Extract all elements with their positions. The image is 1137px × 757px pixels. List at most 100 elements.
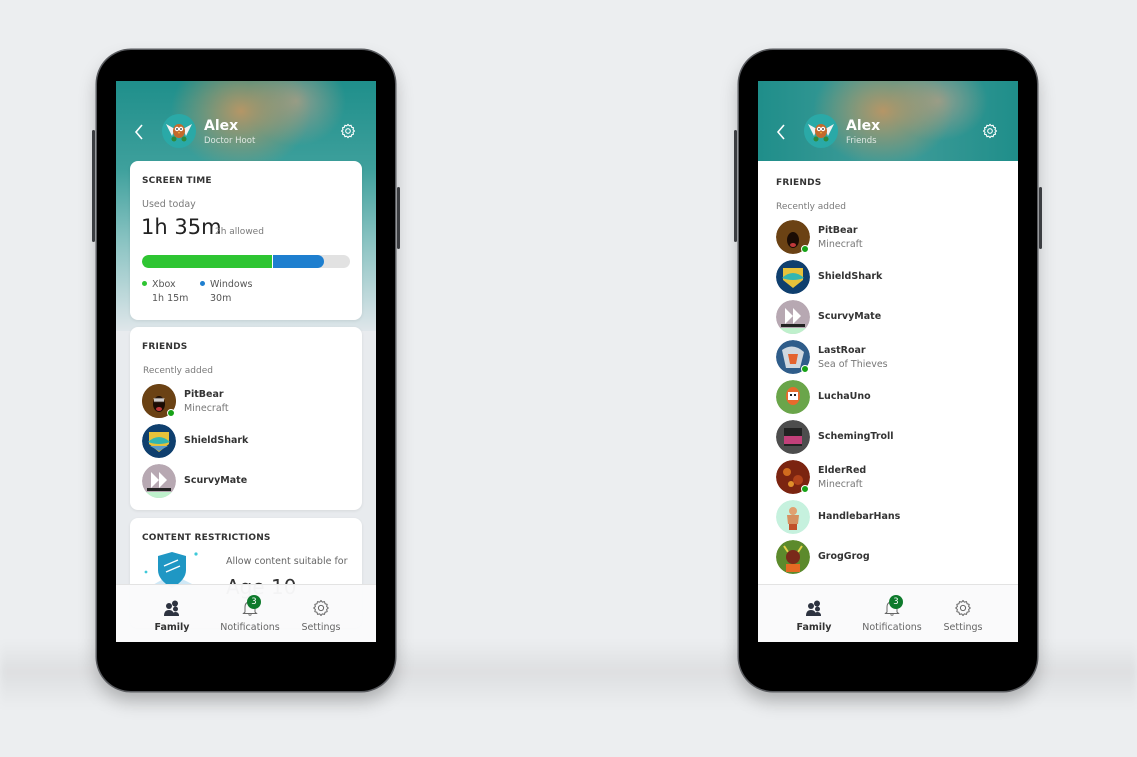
owl-avatar-icon [166, 124, 192, 142]
friend-item[interactable]: LuchaUno [776, 380, 976, 414]
avatar[interactable] [162, 114, 196, 148]
nav-notifications-label: Notifications [220, 622, 280, 633]
friend-item[interactable]: PitBear Minecraft [776, 220, 976, 254]
friend-avatar-icon [776, 300, 810, 334]
recently-added-label: Recently added [143, 366, 213, 376]
profile-header: Alex Doctor Hoot [116, 109, 376, 155]
phone-family-overview: Alex Doctor Hoot SCREEN TIME Used today … [92, 50, 400, 691]
scurvymate-avatar [142, 464, 176, 498]
friend-item[interactable]: ShieldShark [776, 260, 976, 294]
nav-notifications[interactable]: 3 Notifications [217, 585, 283, 642]
used-today-value: 1h 35m [141, 215, 222, 239]
xbox-dot-icon [142, 281, 147, 286]
legend-windows-label: Windows [210, 279, 253, 290]
nav-settings-label: Settings [301, 622, 341, 633]
nav-family[interactable]: Family [144, 585, 200, 642]
friend-avatar-icon [776, 500, 810, 534]
friend-name: ElderRed [818, 465, 867, 476]
screen-friends: Alex Friends FRIENDS Recently added PitB… [758, 81, 1018, 642]
friend-name: LuchaUno [818, 391, 871, 402]
shieldshark-avatar [142, 424, 176, 458]
windows-usage-segment [272, 255, 324, 268]
chevron-left-icon [134, 124, 143, 140]
friends-card[interactable]: FRIENDS Recently added PitBear Minecraft… [130, 327, 362, 510]
phone-side-button [734, 130, 737, 242]
nav-notifications[interactable]: 3 Notifications [859, 585, 925, 642]
nav-settings[interactable]: Settings [298, 585, 344, 642]
friend-game: Sea of Thieves [818, 359, 888, 370]
nav-family-label: Family [154, 622, 190, 633]
friend-avatar [776, 300, 810, 334]
friend-game: Minecraft [818, 479, 863, 490]
content-description: Allow content suitable for [226, 556, 348, 567]
friend-item[interactable]: ElderRed Minecraft [776, 460, 976, 494]
settings-gear-button[interactable] [340, 123, 356, 139]
friend-name: GrogGrog [818, 551, 870, 562]
phone-friends-list: Alex Friends FRIENDS Recently added PitB… [734, 50, 1042, 691]
nav-family[interactable]: Family [786, 585, 842, 642]
shark-avatar-icon [142, 424, 176, 458]
friends-card-title: FRIENDS [142, 342, 188, 352]
notifications-badge: 3 [889, 595, 903, 609]
screen-time-progress-bar [142, 255, 350, 268]
friend-name: ShieldShark [184, 435, 249, 446]
friend-item[interactable]: ScurvyMate [776, 300, 976, 334]
friend-game: Minecraft [818, 239, 863, 250]
legend-xbox-value: 1h 15m [152, 293, 189, 304]
friend-item[interactable]: PitBear Minecraft [142, 384, 342, 418]
online-status-dot [801, 485, 809, 493]
friend-item[interactable]: ScurvyMate [142, 464, 342, 498]
friend-item[interactable]: ShieldShark [142, 424, 342, 458]
friend-item[interactable]: GrogGrog [776, 540, 976, 574]
content-restrictions-title: CONTENT RESTRICTIONS [142, 533, 271, 543]
screen-time-title: SCREEN TIME [142, 176, 212, 186]
profile-name: Alex [846, 118, 881, 134]
legend-windows: Windows 30m [200, 279, 252, 304]
nav-settings[interactable]: Settings [940, 585, 986, 642]
friend-avatar-icon [776, 540, 810, 574]
friend-item[interactable]: HandlebarHans [776, 500, 976, 534]
friend-item[interactable]: LastRoar Sea of Thieves [776, 340, 976, 374]
gear-icon [340, 123, 356, 139]
chevron-left-icon [776, 124, 785, 140]
friend-avatar [776, 500, 810, 534]
nav-notifications-label: Notifications [862, 622, 922, 633]
family-icon [164, 600, 179, 616]
phone-side-button [92, 130, 95, 242]
settings-gear-button[interactable] [982, 123, 998, 139]
bottom-navigation: Family 3 Notifications Settings [116, 584, 376, 642]
nav-family-label: Family [796, 622, 832, 633]
ship-avatar-icon [142, 464, 176, 498]
friend-avatar [776, 380, 810, 414]
friend-name: SchemingTroll [818, 431, 894, 442]
profile-header: Alex Friends [758, 109, 1018, 155]
friend-name: ScurvyMate [818, 311, 882, 322]
bottom-navigation: Family 3 Notifications Settings [758, 584, 1018, 642]
legend-windows-value: 30m [210, 293, 232, 304]
gear-icon [955, 599, 971, 617]
phone-side-button [397, 187, 400, 249]
friend-name: ScurvyMate [184, 475, 248, 486]
screen-time-card[interactable]: SCREEN TIME Used today 1h 35m 2h allowed… [130, 161, 362, 320]
gear-icon [313, 599, 329, 617]
avatar[interactable] [804, 114, 838, 148]
friend-name: ShieldShark [818, 271, 883, 282]
friend-item[interactable]: SchemingTroll [776, 420, 976, 454]
friend-name: LastRoar [818, 345, 866, 356]
owl-avatar-icon [808, 124, 834, 142]
online-status-dot [801, 245, 809, 253]
friend-avatar-icon [776, 380, 810, 414]
profile-name: Alex [204, 118, 239, 134]
friend-name: PitBear [184, 389, 224, 400]
profile-gamertag: Doctor Hoot [204, 136, 256, 146]
back-button[interactable] [134, 123, 148, 141]
online-status-dot [801, 365, 809, 373]
friend-avatar-icon [776, 420, 810, 454]
back-button[interactable] [776, 123, 790, 141]
friend-avatar [776, 260, 810, 294]
phone-side-button [1039, 187, 1042, 249]
notifications-badge: 3 [247, 595, 261, 609]
screen-overview: Alex Doctor Hoot SCREEN TIME Used today … [116, 81, 376, 642]
friends-page-title: FRIENDS [776, 178, 822, 188]
friend-name: PitBear [818, 225, 858, 236]
